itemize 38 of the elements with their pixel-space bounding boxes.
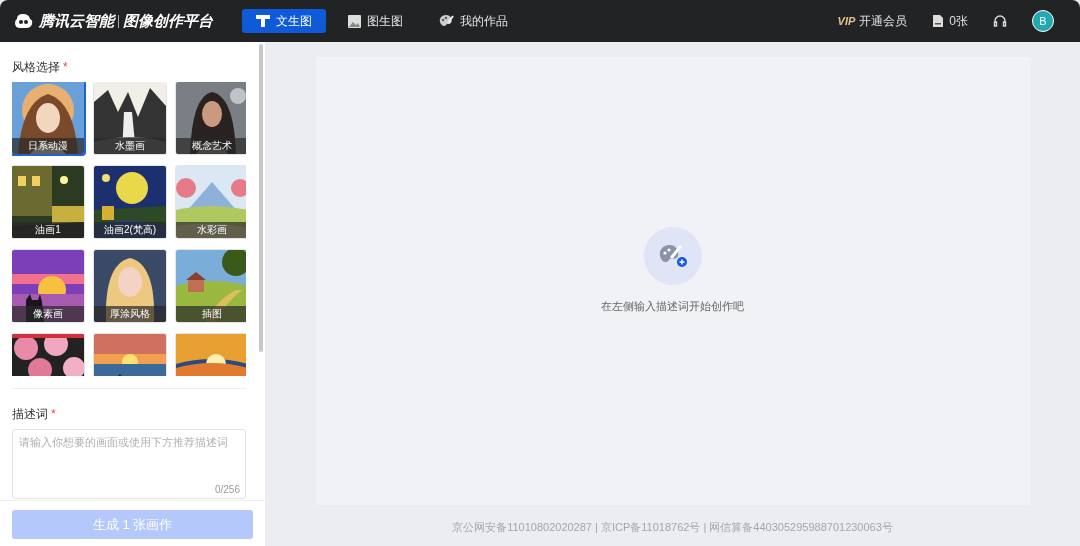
required-mark: * [51,406,56,423]
headset-icon[interactable] [993,14,1007,28]
style-option[interactable]: 厚涂风格 [94,250,166,322]
product-name: 图像创作平台 [123,10,213,31]
style-label: 厚涂风格 [94,306,166,322]
style-option[interactable]: 油画1 [12,166,84,238]
footer-text: 京公网安备11010802020287 | 京ICP备11018762号 | 网信算备440305295988701230063号 [452,520,893,535]
empty-message: 在左侧输入描述词开始创作吧 [601,299,744,315]
style-label: 插图 [176,306,246,322]
style-option[interactable]: 水彩画 [176,166,246,238]
logo-icon [14,13,33,29]
required-mark: * [63,59,68,76]
style-option[interactable]: 插图 [176,250,246,322]
nav-tab[interactable]: 文生图 [242,9,326,33]
style-label: 日系动漫 [12,138,84,154]
image-icon [348,14,361,28]
quota-count: 0张 [949,13,968,30]
section-title: 风格选择 [12,59,60,76]
palette-icon [439,14,454,28]
style-option[interactable]: 概念艺术 [176,82,246,154]
text-icon [256,15,270,27]
style-label: 概念艺术 [176,138,246,154]
style-label: 像素画 [12,306,84,322]
nav-tab[interactable]: 图生图 [334,9,417,33]
style-label: 油画2(梵高) [94,222,166,238]
style-option[interactable]: 油画2(梵高) [94,166,166,238]
section-title: 描述词 [12,406,48,423]
vip-button[interactable]: VIP 开通会员 [837,12,908,30]
character-counter: 0/256 [214,484,240,496]
document-icon [933,15,944,27]
nav-tab[interactable]: 我的作品 [425,9,522,33]
style-label: 水墨画 [94,138,166,154]
style-option[interactable]: 日系动漫 [12,82,84,154]
style-option[interactable]: 水墨画 [94,82,166,154]
style-option[interactable]: 像素画 [12,250,84,322]
style-label: 油画1 [12,222,84,238]
style-label: 水彩画 [176,222,246,238]
brand-name: 腾讯云智能 [39,10,114,31]
